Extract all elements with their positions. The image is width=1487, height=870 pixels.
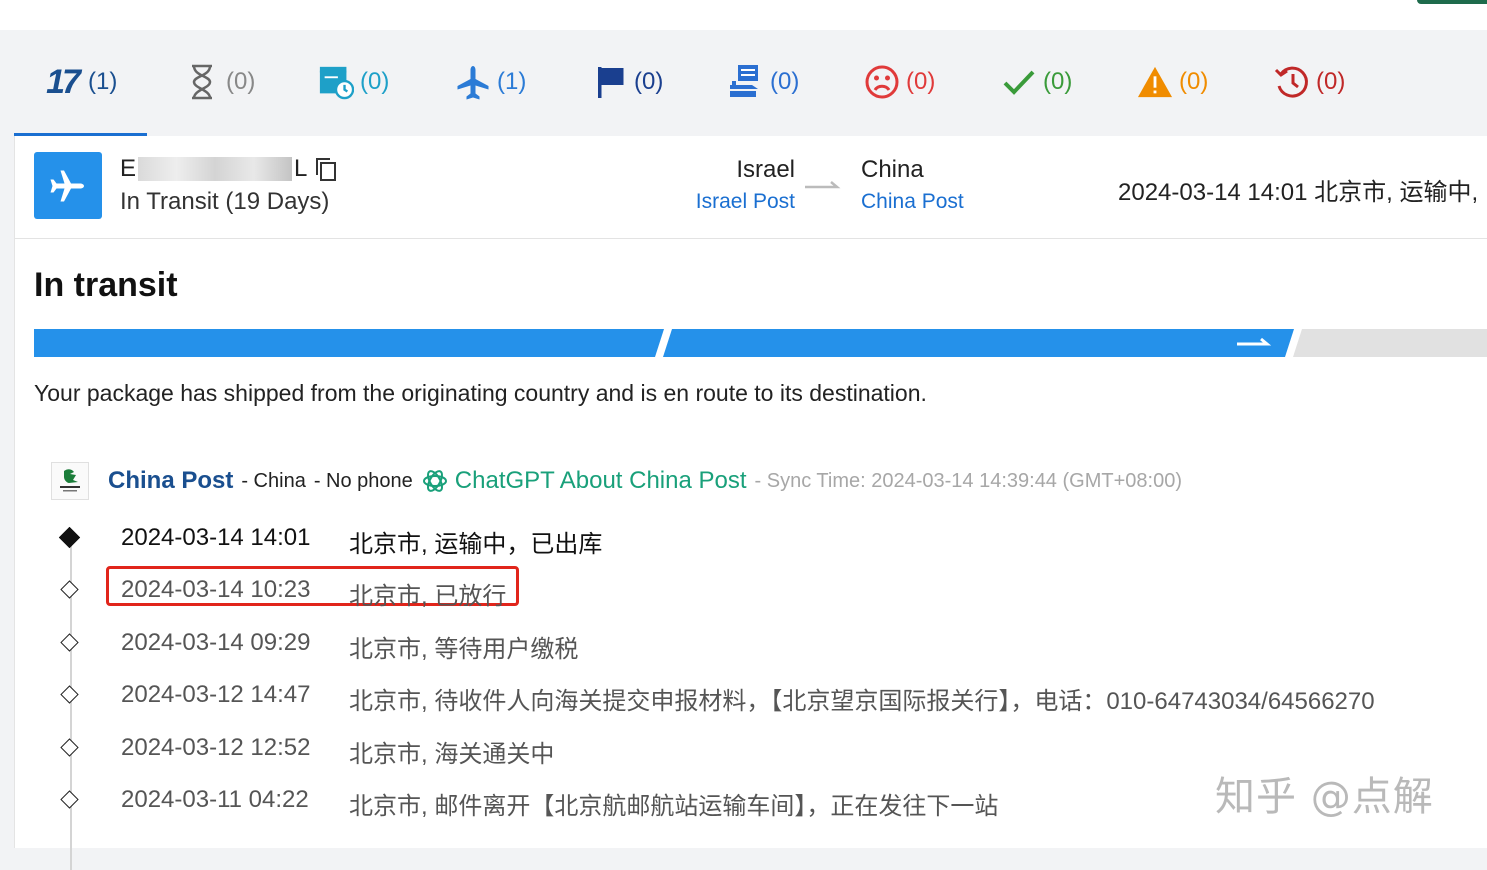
tab-count: (0) [1316,68,1346,95]
tab-undelivered[interactable]: (0) [864,62,935,102]
event-description: 北京市, 海关通关中 [349,741,555,768]
tab-alert[interactable]: (0) [1137,62,1208,102]
tab-delivered[interactable]: (0) [1001,62,1072,102]
tab-expired[interactable]: (0) [1274,62,1345,102]
tracking-summary[interactable]: EL In Transit (19 Days) Israel Israel Po… [15,136,1487,239]
redacted-tracking-digits [138,157,293,181]
flag-icon [592,63,628,101]
tab-count: (0) [770,68,800,95]
event-marker-icon [60,790,79,809]
tab-all[interactable]: 17 (1) [13,62,148,136]
timeline-event: 2024-03-14 14:01 北京市, 运输中，已出库 [51,518,1487,558]
chatgpt-link[interactable]: ChatGPT About China Post [421,467,747,495]
watermark: 知乎 @点解 [1215,774,1434,820]
tracking-number: EL [120,154,337,184]
event-time: 2024-03-12 14:47 [121,681,311,708]
event-description: 北京市, 运输中，已出库 [349,531,603,558]
carrier-phone: - No phone [313,469,413,492]
tab-in-transit[interactable]: (1) [455,62,526,102]
history-icon [1274,63,1310,101]
top-bar [0,0,1487,30]
event-description: 北京市, 邮件离开【北京航邮航站运输车间】，正在发往下一站 [349,793,999,820]
copy-icon[interactable] [315,157,337,181]
status-title: In transit [34,266,178,304]
carrier-country: - China [241,469,306,492]
destination-country: China [861,156,924,183]
event-description: 北京市, 已放行 [349,583,507,610]
tab-count: (0) [1043,68,1073,95]
tab-info-received[interactable]: (0) [318,62,389,102]
event-time: 2024-03-14 14:01 [121,524,311,551]
progress-bar [34,329,1487,357]
event-marker-icon [60,685,79,704]
timeline-event: 2024-03-12 14:47 北京市, 待收件人向海关提交申报材料，【北京望… [51,675,1487,715]
chatgpt-icon [421,467,449,495]
event-time: 2024-03-14 10:23 [121,576,311,603]
tab-pick-up[interactable]: (0) [592,62,663,102]
event-marker-icon [60,633,79,652]
carrier-info: China Post - China - No phone ChatGPT Ab… [51,462,1182,500]
tracking-number-end: L [294,155,308,182]
event-description: 北京市, 待收件人向海关提交申报材料，【北京望京国际报关行】，电话：010-64… [349,688,1375,715]
destination-carrier-link[interactable]: China Post [861,190,964,214]
tracking-number-start: E [120,155,137,182]
tab-count: (1) [497,68,527,95]
progress-segment-origin [34,329,664,357]
tab-not-found[interactable]: (0) [184,62,255,102]
package-clock-icon [318,63,354,101]
tab-count: (1) [88,68,118,95]
tracking-card: EL In Transit (19 Days) Israel Israel Po… [14,136,1487,870]
status-airplane-icon [34,152,102,219]
event-marker-icon [60,738,79,757]
event-description: 北京市, 等待用户缴税 [349,636,579,663]
route-arrow-icon [803,178,841,196]
origin-country: Israel [736,156,795,183]
logo-text: 17 [46,62,81,101]
sync-time: - Sync Time: 2024-03-14 14:39:44 (GMT+08… [754,469,1182,492]
event-marker-icon [60,580,79,599]
timeline-event: 2024-03-14 10:23 北京市, 已放行 [51,566,1487,610]
event-time: 2024-03-11 04:22 [121,786,309,813]
tab-out-for-delivery[interactable]: (0) [728,62,799,102]
check-icon [1001,63,1037,101]
tab-count: (0) [634,68,664,95]
transit-status: In Transit (19 Days) [120,188,330,215]
china-post-logo-icon [51,462,89,500]
progress-segment-destination [1293,329,1487,357]
tab-count: (0) [906,68,936,95]
destination: China China Post [861,156,964,214]
airplane-icon [455,63,491,101]
tab-count: (0) [226,68,256,95]
17track-logo-icon: 17 [42,63,82,101]
event-time: 2024-03-12 12:52 [121,734,311,761]
origin: Israel Israel Post [696,156,795,214]
chatgpt-link-label: ChatGPT About China Post [454,467,747,494]
status-tabs: 17 (1) (0) (0) (1) (0) (0) (0) (0) (0) (… [0,30,1487,136]
latest-event: 2024-03-14 14:01 北京市, 运输中, [1118,179,1479,206]
delivery-icon [728,63,764,101]
timeline-event: 2024-03-12 12:52 北京市, 海关通关中 [51,728,1487,768]
tab-count: (0) [1179,68,1209,95]
hourglass-icon [184,63,220,101]
status-description: Your package has shipped from the origin… [34,380,927,406]
origin-carrier-link[interactable]: Israel Post [696,190,795,214]
tab-count: (0) [360,68,390,95]
event-marker-icon [58,526,81,549]
warning-icon [1137,63,1173,101]
event-time: 2024-03-14 09:29 [121,629,311,656]
timeline-event: 2024-03-14 09:29 北京市, 等待用户缴税 [51,623,1487,663]
progress-segment-transit [663,329,1294,357]
sad-face-icon [864,63,900,101]
top-corner-button[interactable] [1417,0,1487,4]
carrier-name-link[interactable]: China Post [108,467,233,495]
